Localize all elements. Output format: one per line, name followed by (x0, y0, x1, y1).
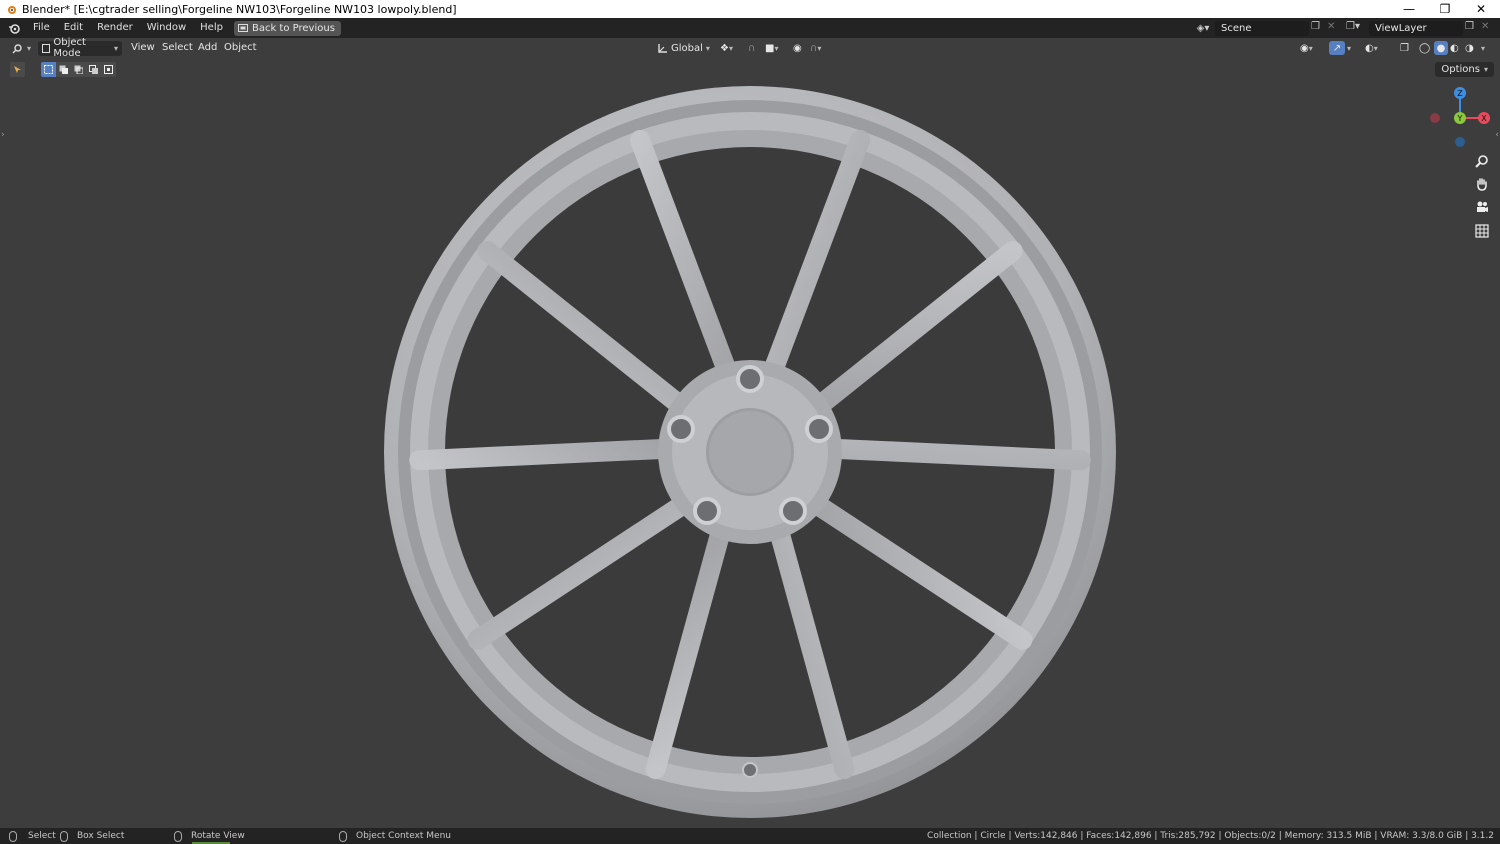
overlays-icon[interactable]: ◐ ▾ (1365, 41, 1387, 55)
transform-orientation-dropdown[interactable]: Global ▾ (653, 41, 714, 55)
gizmo-x-label: X (1481, 114, 1487, 123)
window-title: Blender* [E:\cgtrader selling\Forgeline … (22, 2, 457, 16)
mouse-middle-icon (174, 830, 182, 842)
orientation-label: Global (671, 42, 703, 54)
status-select-label: Select (28, 831, 56, 841)
orientation-axis-icon (658, 43, 667, 53)
falloff-curve-icon[interactable]: ∩ ▾ (810, 41, 832, 55)
blender-menu-icon[interactable] (8, 22, 22, 34)
mouse-drag-icon (60, 830, 68, 842)
status-context-menu-hint: Object Context Menu (339, 828, 451, 844)
selection-mode-subtract-icon[interactable] (71, 61, 86, 77)
menu-render[interactable]: Render (90, 18, 140, 38)
pan-hand-icon[interactable] (1470, 173, 1494, 195)
3d-viewport[interactable]: › ‹ Z Y X (0, 38, 1500, 828)
menu-help[interactable]: Help (193, 18, 230, 38)
pivot-point-icon[interactable]: ❖ ▾ (720, 41, 742, 55)
window-titlebar: Blender* [E:\cgtrader selling\Forgeline … (0, 0, 1500, 18)
close-icon[interactable]: ✕ (1463, 0, 1499, 18)
status-rotate-view-label: Rotate View (191, 831, 245, 841)
camera-icon[interactable] (1470, 196, 1494, 218)
zoom-icon[interactable] (1470, 150, 1494, 172)
selection-mode-extend-icon[interactable] (56, 61, 71, 77)
status-select-hint: Select (9, 828, 56, 844)
status-bar: Select Box Select Rotate View Object Con… (0, 828, 1500, 844)
view-layer-name-label: ViewLayer (1375, 23, 1427, 34)
menu-edit[interactable]: Edit (57, 18, 90, 38)
options-label: Options (1441, 64, 1480, 75)
solid-shading-icon[interactable]: ● (1434, 41, 1448, 55)
menu-file[interactable]: File (26, 18, 57, 38)
navigation-gizmo[interactable]: Z Y X (1426, 84, 1494, 152)
status-box-select-hint: Box Select (60, 828, 124, 844)
fullscreen-exit-icon (237, 24, 248, 32)
3d-view-icon (12, 44, 22, 54)
mouse-left-icon (9, 830, 17, 842)
options-dropdown[interactable]: Options ▾ (1435, 62, 1494, 77)
selection-mode-intersect-icon[interactable] (101, 61, 116, 77)
view-layer-name-field[interactable]: ViewLayer (1369, 21, 1463, 36)
proportional-edit-icon[interactable]: ◉ (793, 41, 805, 55)
delete-scene-icon[interactable]: ✕ (1327, 21, 1339, 36)
gizmo-dropdown-icon[interactable]: ▾ (1347, 41, 1357, 55)
back-to-previous-label: Back to Previous (251, 22, 335, 34)
sidebar-expand-icon[interactable]: ‹ (1495, 130, 1499, 140)
xray-toggle-icon[interactable]: ❐ (1400, 41, 1414, 55)
material-shading-icon[interactable]: ◐ (1450, 41, 1464, 55)
gizmo-toggle-icon[interactable]: ↗ (1329, 41, 1345, 55)
snap-target-icon[interactable]: ■ ▾ (765, 41, 787, 55)
restore-icon[interactable]: ❐ (1427, 0, 1463, 18)
select-tool-icon[interactable] (10, 61, 25, 77)
scene-statistics: Collection | Circle | Verts:142,846 | Fa… (927, 831, 1494, 841)
scene-selector-icon[interactable]: ◈▾ (1192, 21, 1214, 36)
snap-magnet-icon[interactable]: ∩ (748, 41, 762, 55)
toolbar-expand-icon[interactable]: › (1, 130, 5, 140)
status-context-menu-label: Object Context Menu (356, 831, 452, 841)
selection-mode-new-icon[interactable] (41, 61, 56, 77)
scene-name-label: Scene (1221, 23, 1252, 34)
mouse-right-icon (339, 830, 347, 842)
tool-settings-row (10, 61, 116, 77)
object-mode-icon (42, 43, 51, 53)
wheel-render (384, 86, 1116, 818)
gizmo-z-label: Z (1457, 89, 1463, 98)
editor-type-button[interactable]: ▾ (8, 41, 35, 55)
selection-mode-invert-icon[interactable] (86, 61, 101, 77)
status-box-select-label: Box Select (77, 831, 125, 841)
mode-dropdown[interactable]: Object Mode ▾ (38, 37, 122, 59)
delete-view-layer-icon[interactable]: ✕ (1481, 21, 1493, 36)
visibility-eye-icon[interactable]: ◉ ▾ (1300, 41, 1324, 55)
new-scene-icon[interactable]: ❐ (1311, 21, 1325, 36)
blender-logo-icon (4, 2, 18, 16)
shading-dropdown-icon[interactable]: ▾ (1481, 41, 1491, 55)
menu-window[interactable]: Window (140, 18, 193, 38)
mode-label: Object Mode (53, 37, 86, 59)
view-layer-selector-icon[interactable]: ❐▾ (1346, 21, 1368, 36)
wireframe-shading-icon[interactable]: ◯ (1419, 41, 1433, 55)
scene-name-field[interactable]: Scene (1215, 21, 1309, 36)
gizmo-y-label: Y (1457, 114, 1463, 123)
grid-perspective-icon[interactable] (1470, 220, 1494, 242)
viewport-menu-object[interactable]: Object (217, 41, 264, 55)
back-to-previous-button[interactable]: Back to Previous (233, 20, 341, 36)
minimize-icon[interactable]: — (1391, 0, 1427, 18)
rendered-shading-icon[interactable]: ◑ (1465, 41, 1479, 55)
new-view-layer-icon[interactable]: ❐ (1465, 21, 1479, 36)
